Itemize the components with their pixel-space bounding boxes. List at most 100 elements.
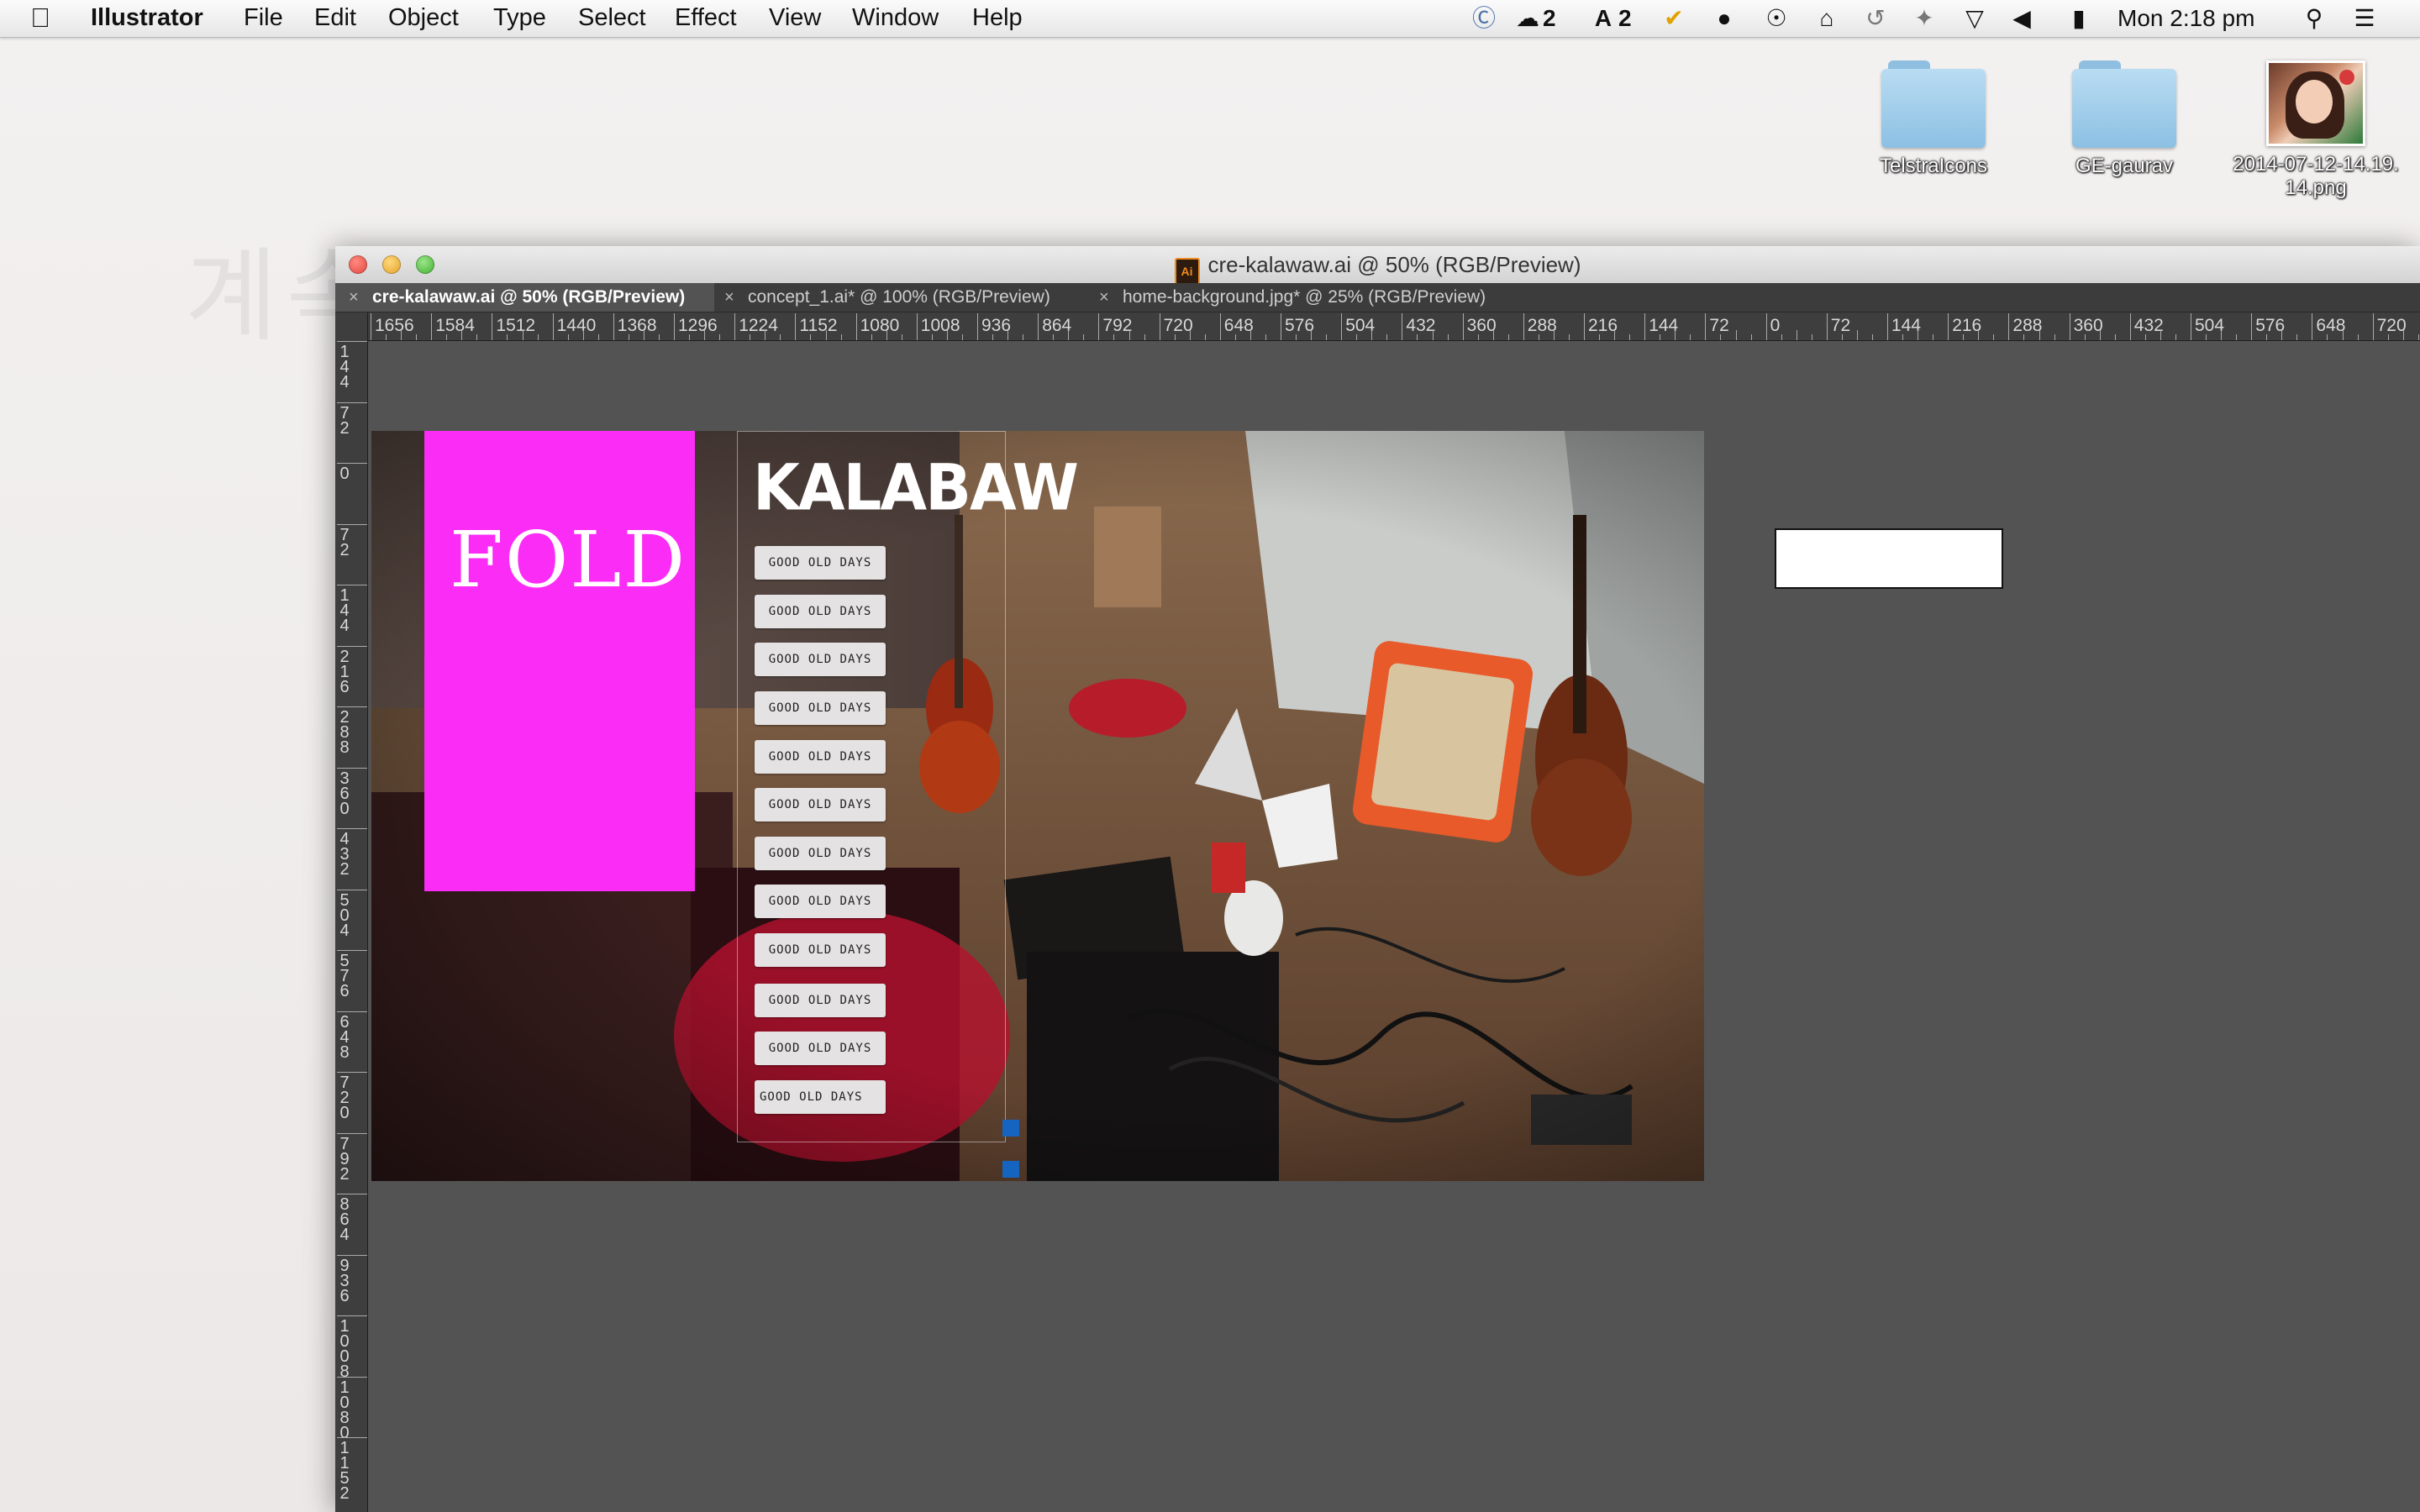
- checkmark-badge-icon[interactable]: ✔: [1659, 4, 1689, 33]
- tab-close-icon[interactable]: ×: [1099, 283, 1109, 312]
- tab-close-icon[interactable]: ×: [349, 283, 359, 312]
- nav-button-good-old-days[interactable]: GOOD OLD DAYS: [755, 740, 886, 774]
- nav-button-good-old-days[interactable]: GOOD OLD DAYS: [755, 984, 886, 1017]
- ruler-tick-label: 1080: [860, 316, 900, 335]
- ruler-tick: [977, 313, 978, 340]
- ruler-tick: [337, 1437, 367, 1438]
- menubar-clock[interactable]: Mon 2:18 pm: [2118, 4, 2254, 33]
- ruler-tick: [337, 767, 367, 769]
- menu-view[interactable]: View: [769, 4, 821, 32]
- ruler-tick-label: 720: [1163, 316, 1193, 335]
- tab-label: cre-kalawaw.ai @ 50% (RGB/Preview): [372, 287, 686, 307]
- ruler-minor-tick: [704, 330, 706, 340]
- nav-button-good-old-days[interactable]: GOOD OLD DAYS: [755, 1080, 886, 1114]
- te-app-icon[interactable]: Ⓒ: [1469, 4, 1499, 33]
- desktop-folder-telstraicons[interactable]: TelstraIcons: [1849, 60, 2018, 178]
- ruler-tick-label: 1656: [375, 316, 414, 335]
- ruler-minor-tick: [1614, 330, 1616, 340]
- time-machine-icon[interactable]: ↺: [1860, 4, 1891, 33]
- ruler-tick-label: 576: [1285, 316, 1315, 335]
- ruler-tick-label: 432: [1406, 316, 1436, 335]
- ruler-tick: [916, 313, 918, 340]
- nav-button-good-old-days[interactable]: GOOD OLD DAYS: [755, 885, 886, 918]
- nav-button-good-old-days[interactable]: GOOD OLD DAYS: [755, 643, 886, 676]
- ruler-tick: [1765, 313, 1767, 340]
- vertical-ruler[interactable]: 144 72 0 72 144 216 288 360 432 504 576 648 720 792 86…: [335, 312, 368, 1512]
- battery-icon[interactable]: ▮: [2060, 4, 2097, 33]
- ruler-minor-tick: [961, 334, 963, 340]
- ruler-tick: [1584, 313, 1585, 340]
- ruler-tick-label: 216: [1588, 316, 1618, 335]
- selection-handle[interactable]: [1002, 1120, 1019, 1137]
- apple-menu-icon[interactable]: : [30, 3, 50, 34]
- ruler-minor-tick: [2266, 334, 2268, 340]
- ruler-minor-tick: [401, 330, 402, 340]
- menu-object[interactable]: Object: [388, 4, 459, 32]
- desktop-folder-ge-gaurav[interactable]: GE-gaurav: [2040, 60, 2208, 178]
- ruler-tick: [734, 313, 736, 340]
- nav-button-good-old-days[interactable]: GOOD OLD DAYS: [755, 691, 886, 725]
- ruler-minor-tick: [1356, 334, 1358, 340]
- tab-home-background[interactable]: × home-background.jpg* @ 25% (RGB/Previe…: [1086, 283, 1539, 312]
- fold-panel[interactable]: FOLD: [424, 431, 695, 891]
- ruler-minor-tick: [2296, 334, 2298, 340]
- ruler-tick-label: 432: [339, 830, 350, 879]
- illustrator-document-window: Ai cre-kalawaw.ai @ 50% (RGB/Preview) × c…: [335, 246, 2420, 1512]
- nav-button-good-old-days[interactable]: GOOD OLD DAYS: [755, 1032, 886, 1065]
- menu-help[interactable]: Help: [972, 4, 1023, 32]
- ruler-minor-tick: [1113, 334, 1115, 340]
- menu-type[interactable]: Type: [493, 4, 546, 32]
- window-titlebar[interactable]: Ai cre-kalawaw.ai @ 50% (RGB/Preview): [335, 246, 2420, 285]
- ruler-tick: [337, 1011, 367, 1012]
- volume-icon[interactable]: ◀: [2007, 4, 2037, 33]
- ruler-tick-label: 144: [1649, 316, 1679, 335]
- kalabaw-nav-column[interactable]: KALABAW GOOD OLD DAYS GOOD OLD DAYS GOOD…: [737, 431, 1079, 1142]
- adobe-tray[interactable]: A2: [1588, 4, 1632, 33]
- nav-button-good-old-days[interactable]: GOOD OLD DAYS: [755, 788, 886, 822]
- tab-close-icon[interactable]: ×: [724, 283, 734, 312]
- ruler-tick-label: 0: [1770, 316, 1781, 335]
- ruler-tick: [1219, 313, 1221, 340]
- ruler-tick: [337, 402, 367, 403]
- hat-icon[interactable]: ●: [1709, 4, 1739, 33]
- ruler-tick-label: 720: [2376, 316, 2407, 335]
- ruler-tick: [337, 1132, 367, 1134]
- artboard[interactable]: FOLD KALABAW GOOD OLD DAYS GOOD OLD DAYS…: [371, 431, 1704, 1181]
- menu-select[interactable]: Select: [578, 4, 646, 32]
- spotlight-search-icon[interactable]: ⚲: [2299, 4, 2329, 33]
- ruler-tick-label: 72: [1709, 316, 1729, 335]
- creative-cloud-badge: 2: [1543, 5, 1556, 31]
- tab-cre-kalawaw[interactable]: × cre-kalawaw.ai @ 50% (RGB/Preview): [335, 283, 714, 312]
- bluetooth-icon[interactable]: ✦: [1909, 4, 1939, 33]
- menu-effect[interactable]: Effect: [675, 4, 737, 32]
- notification-center-icon[interactable]: ☰: [2349, 4, 2380, 33]
- desktop-image-file[interactable]: 2014-07-12-14.19.14.png: [2232, 60, 2400, 200]
- ruler-minor-tick: [461, 330, 463, 340]
- menu-edit[interactable]: Edit: [314, 4, 356, 32]
- kalabaw-logo-text: KALABAW: [753, 449, 1079, 525]
- folder-icon: [2072, 60, 2176, 148]
- white-rectangle-shape[interactable]: [1775, 528, 2003, 589]
- nav-button-good-old-days[interactable]: GOOD OLD DAYS: [755, 933, 886, 967]
- ruler-tick-label: 72: [339, 403, 350, 438]
- home-icon[interactable]: ⌂: [1812, 4, 1842, 33]
- ruler-minor-tick: [2417, 334, 2419, 340]
- ruler-tick: [1887, 313, 1888, 340]
- menu-window[interactable]: Window: [852, 4, 939, 32]
- wifi-icon[interactable]: ▽: [1960, 4, 1990, 33]
- tab-concept-1[interactable]: × concept_1.ai* @ 100% (RGB/Preview): [711, 283, 1089, 312]
- ruler-minor-tick: [1735, 330, 1737, 340]
- horizontal-ruler[interactable]: 1656 1584 1512 1440 1368 1296 1224 1152 1080 1008…: [367, 312, 2420, 341]
- ruler-minor-tick: [1963, 334, 1965, 340]
- nav-button-good-old-days[interactable]: GOOD OLD DAYS: [755, 546, 886, 580]
- nav-button-good-old-days[interactable]: GOOD OLD DAYS: [755, 595, 886, 628]
- selection-handle[interactable]: [1002, 1161, 1019, 1178]
- creative-cloud-tray[interactable]: ☁ 2: [1512, 4, 1556, 33]
- menu-file[interactable]: File: [244, 4, 283, 32]
- ruler-tick-label: 1008: [920, 316, 960, 335]
- accessibility-icon[interactable]: ☉: [1761, 4, 1791, 33]
- ruler-minor-tick: [476, 334, 478, 340]
- nav-button-good-old-days[interactable]: GOOD OLD DAYS: [755, 837, 886, 870]
- ruler-tick: [1826, 313, 1828, 340]
- menu-app-name[interactable]: Illustrator: [91, 4, 203, 32]
